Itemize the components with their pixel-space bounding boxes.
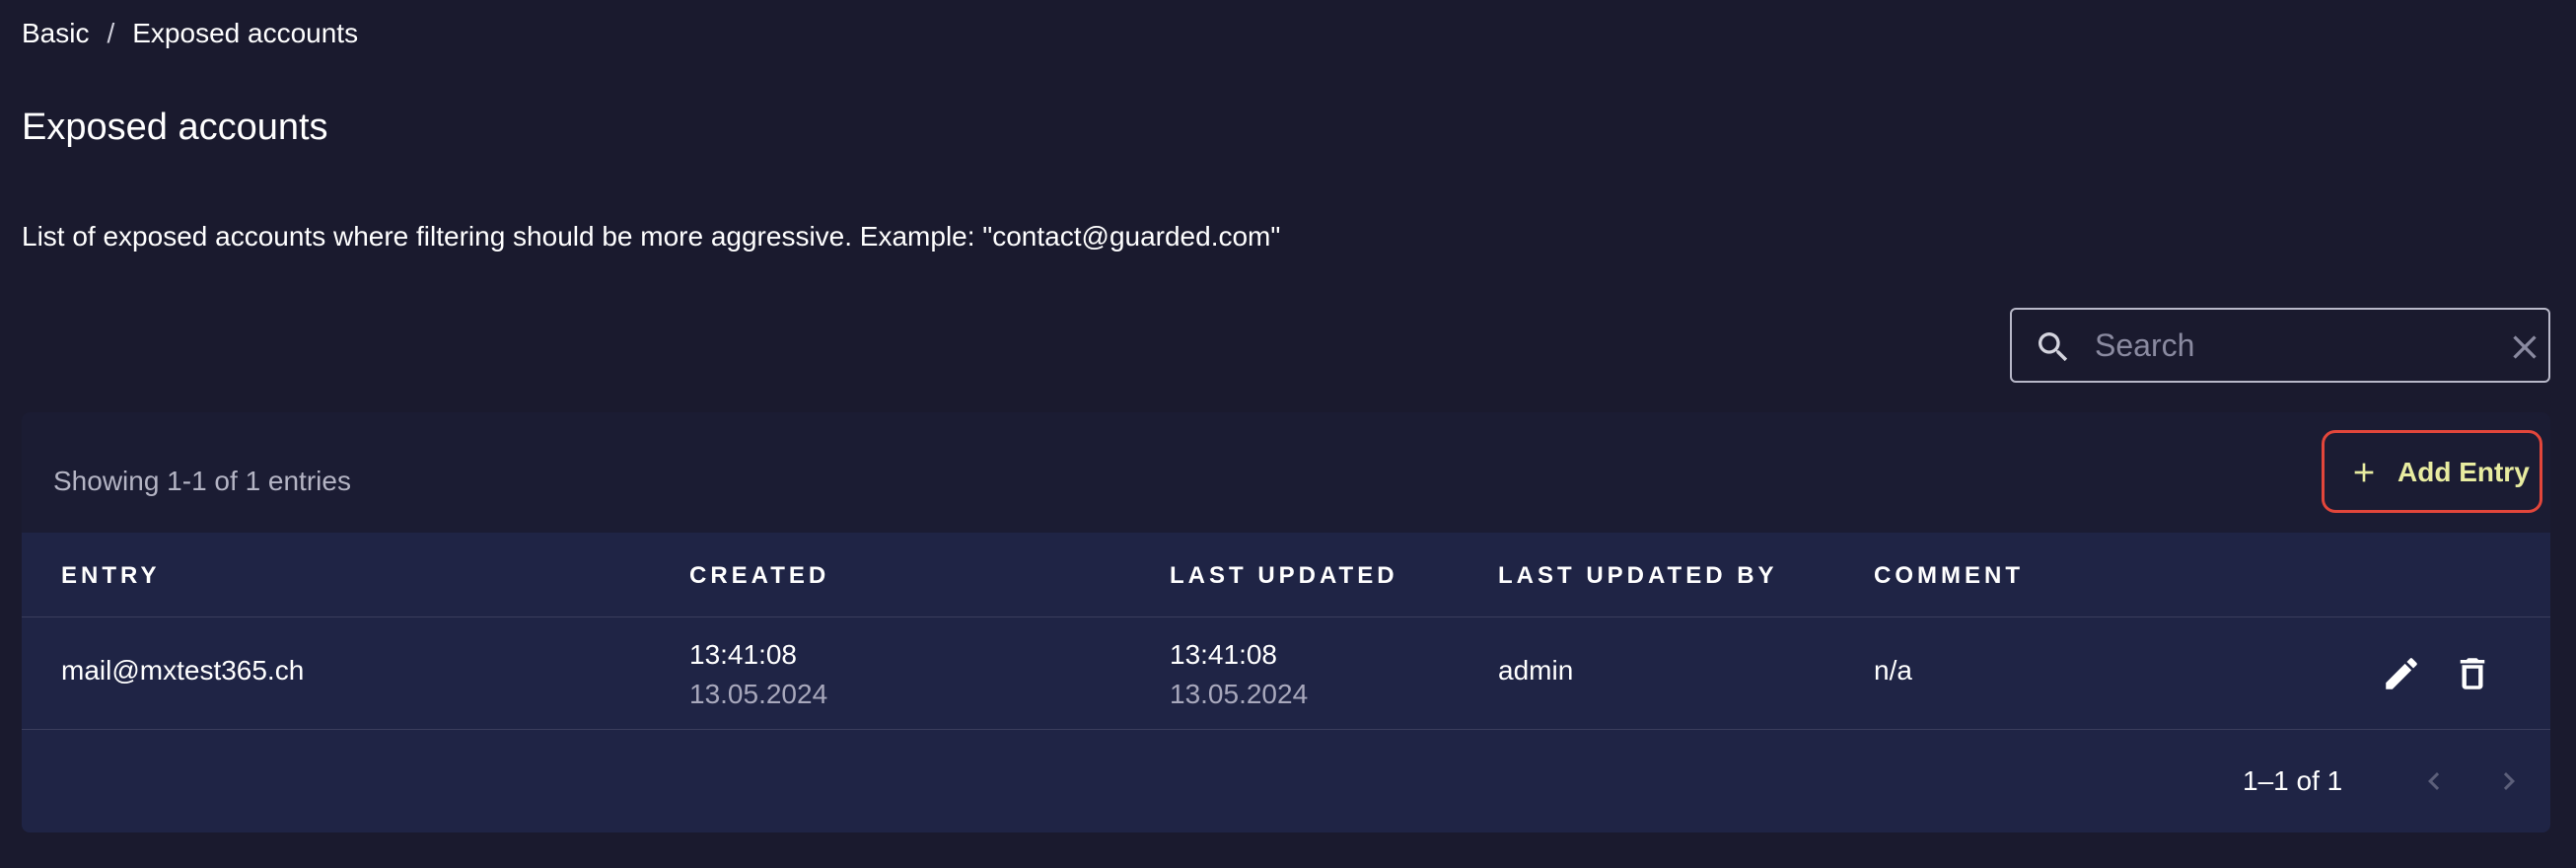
cell-created-time: 13:41:08 xyxy=(689,639,797,670)
entries-card: Showing 1-1 of 1 entries Add Entry ENTRY… xyxy=(22,412,2550,832)
chevron-left-icon[interactable] xyxy=(2416,763,2452,799)
table-pagination: 1–1 of 1 xyxy=(22,730,2550,832)
trash-icon[interactable] xyxy=(2452,653,2493,694)
pagination-range: 1–1 of 1 xyxy=(2243,765,2343,796)
table-row[interactable]: mail@mxtest365.ch 13:41:08 13.05.2024 13… xyxy=(22,617,2550,730)
page-description: List of exposed accounts where filtering… xyxy=(22,221,1281,252)
column-header-last-updated-by[interactable]: LAST UPDATED BY xyxy=(1498,562,1778,590)
add-entry-label: Add Entry xyxy=(2397,457,2530,487)
table-header: ENTRY CREATED LAST UPDATED LAST UPDATED … xyxy=(22,533,2550,617)
search-input[interactable] xyxy=(2095,320,2489,371)
plus-icon xyxy=(2354,463,2374,482)
breadcrumb-separator: / xyxy=(107,18,115,48)
cell-created-date: 13.05.2024 xyxy=(689,679,828,709)
breadcrumb-item-current: Exposed accounts xyxy=(132,18,359,48)
entries-count: Showing 1-1 of 1 entries xyxy=(53,466,351,496)
breadcrumb: Basic / Exposed accounts xyxy=(22,18,358,49)
entries-table: ENTRY CREATED LAST UPDATED LAST UPDATED … xyxy=(22,533,2550,832)
cell-updated-by: admin xyxy=(1498,655,1574,686)
search-box[interactable] xyxy=(2010,308,2550,383)
cell-comment: n/a xyxy=(1874,655,1912,686)
column-header-last-updated[interactable]: LAST UPDATED xyxy=(1170,562,1398,590)
cell-entry: mail@mxtest365.ch xyxy=(61,655,305,686)
search-icon xyxy=(2039,332,2068,362)
page-title: Exposed accounts xyxy=(22,107,328,148)
pencil-icon[interactable] xyxy=(2381,653,2422,694)
chevron-right-icon[interactable] xyxy=(2491,763,2527,799)
page: Basic / Exposed accounts Exposed account… xyxy=(0,0,2576,868)
column-header-entry[interactable]: ENTRY xyxy=(61,562,160,590)
cell-updated-date: 13.05.2024 xyxy=(1170,679,1309,709)
cell-updated-time: 13:41:08 xyxy=(1170,639,1277,670)
breadcrumb-item-basic[interactable]: Basic xyxy=(22,18,89,49)
close-icon[interactable] xyxy=(2505,327,2544,367)
add-entry-button[interactable]: Add Entry xyxy=(2322,430,2542,513)
column-header-comment[interactable]: COMMENT xyxy=(1874,562,2024,590)
column-header-created[interactable]: CREATED xyxy=(689,562,829,590)
